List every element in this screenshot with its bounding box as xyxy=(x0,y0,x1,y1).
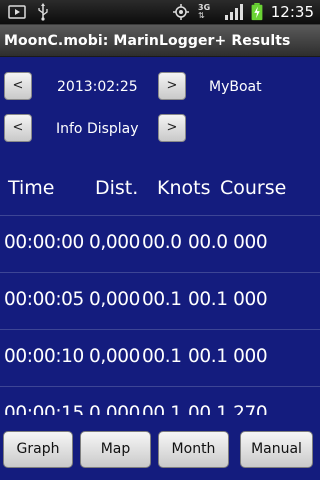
app-title: MoonC.mobi: MarinLogger+ Results xyxy=(4,33,291,49)
row-time: 00:00:00 xyxy=(4,232,84,253)
video-notification-icon xyxy=(8,5,26,19)
table-row[interactable]: 00:00:05 0,000 00.1 00.1 000 xyxy=(0,272,320,329)
table-row[interactable]: 00:00:00 0,000 00.0 00.0 000 xyxy=(0,215,320,272)
status-bar: 3G ⇅ 12:35 xyxy=(0,0,320,25)
row-knots: 00.1 xyxy=(142,289,182,310)
row-knots: 00.0 xyxy=(142,232,182,253)
row-course: 00.0 000 xyxy=(188,232,268,253)
row-knots: 00.1 xyxy=(142,346,182,367)
prev-date-button[interactable]: < xyxy=(4,72,32,100)
clock: 12:35 xyxy=(270,3,314,21)
row-time: 00:00:10 xyxy=(4,346,84,367)
row-distance: 0,000 xyxy=(89,289,140,310)
row-course: 00.1 270 xyxy=(188,403,268,415)
header-course: Course xyxy=(220,177,287,199)
battery-charging-icon xyxy=(251,3,263,21)
graph-button[interactable]: Graph xyxy=(3,431,73,468)
3g-data-icon: 3G ⇅ xyxy=(198,3,214,21)
usb-icon xyxy=(38,3,48,21)
row-time: 00:00:15 xyxy=(4,403,84,415)
row-knots: 00.1 xyxy=(142,403,182,415)
manual-button[interactable]: Manual xyxy=(240,431,313,468)
results-list[interactable]: 00:00:00 0,000 00.0 00.0 000 00:00:05 0,… xyxy=(0,215,320,415)
prev-view-button[interactable]: < xyxy=(4,114,32,142)
row-distance: 0,000 xyxy=(89,232,140,253)
next-view-button[interactable]: > xyxy=(158,114,186,142)
header-knots: Knots xyxy=(157,177,211,199)
month-button[interactable]: Month xyxy=(158,431,229,468)
header-time: Time xyxy=(8,177,55,199)
row-course: 00.1 000 xyxy=(188,289,268,310)
row-time: 00:00:05 xyxy=(4,289,84,310)
row-distance: 0,000 xyxy=(89,403,140,415)
table-row[interactable]: 00:00:10 0,000 00.1 00.1 000 xyxy=(0,329,320,386)
date-label: 2013:02:25 xyxy=(57,79,138,95)
table-row[interactable]: 00:00:15 0,000 00.1 00.1 270 xyxy=(0,386,320,415)
boat-name: MyBoat xyxy=(209,79,262,95)
header-distance: Dist. xyxy=(95,177,139,199)
row-course: 00.1 000 xyxy=(188,346,268,367)
gps-icon xyxy=(173,4,189,20)
signal-icon xyxy=(225,4,243,20)
view-label: Info Display xyxy=(56,121,139,137)
title-bar: MoonC.mobi: MarinLogger+ Results xyxy=(0,25,320,57)
next-date-button[interactable]: > xyxy=(158,72,186,100)
map-button[interactable]: Map xyxy=(80,431,151,468)
row-distance: 0,000 xyxy=(89,346,140,367)
